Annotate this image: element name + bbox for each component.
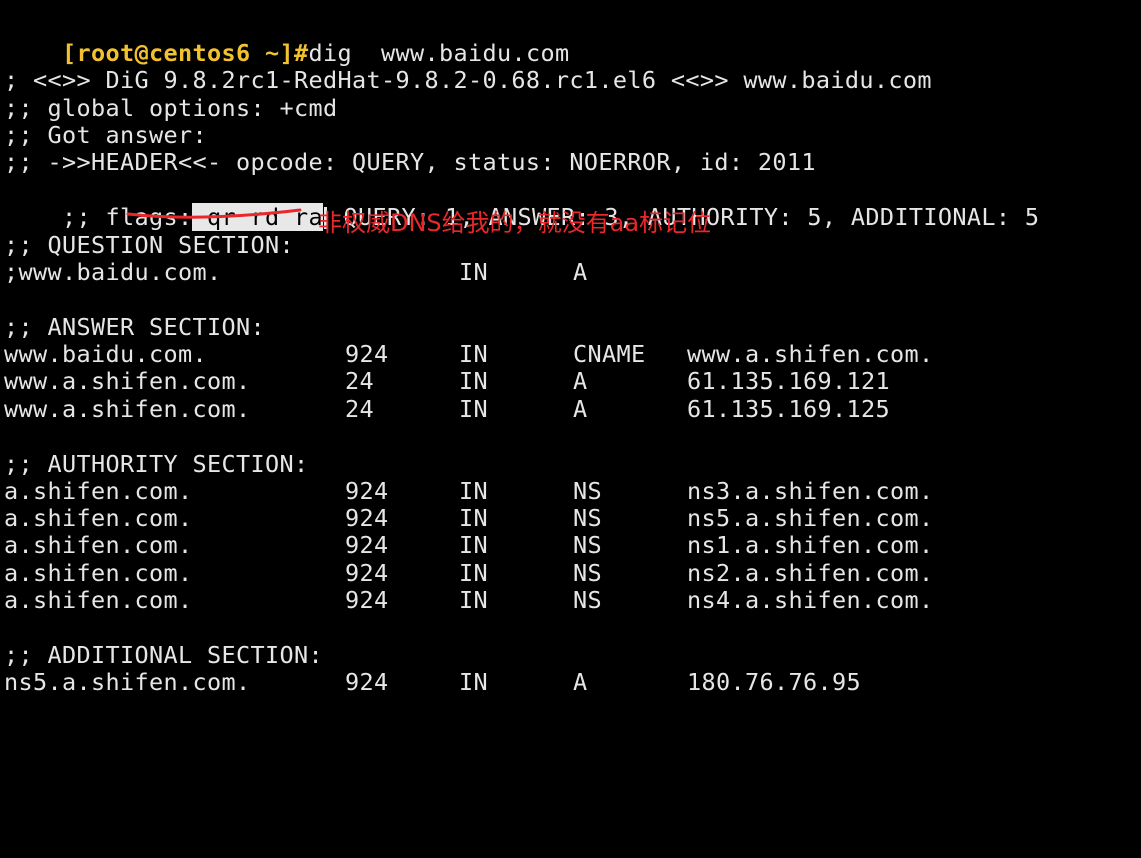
record-ttl: 924 <box>345 559 389 587</box>
answer-row: www.a.shifen.com. 24 IN A 61.135.169.121 <box>4 368 1134 395</box>
authority-row: a.shifen.com. 924 IN NS ns3.a.shifen.com… <box>4 478 1134 505</box>
record-name: www.a.shifen.com. <box>4 367 251 395</box>
authority-row: a.shifen.com. 924 IN NS ns1.a.shifen.com… <box>4 532 1134 559</box>
record-class: IN <box>459 258 488 286</box>
record-class: IN <box>459 559 488 587</box>
record-type: A <box>573 395 588 423</box>
record-type: A <box>573 367 588 395</box>
record-name: a.shifen.com. <box>4 477 193 505</box>
record-name: a.shifen.com. <box>4 559 193 587</box>
terminal-window[interactable]: [root@centos6 ~]#dig www.baidu.com ; <<>… <box>4 0 1141 700</box>
header-line: ;; ->>HEADER<<- opcode: QUERY, status: N… <box>4 148 816 176</box>
record-data: ns5.a.shifen.com. <box>687 504 934 532</box>
record-data: ns4.a.shifen.com. <box>687 586 934 614</box>
flags-selection[interactable]: qr rd ra <box>192 203 323 231</box>
got-answer-line: ;; Got answer: <box>4 121 207 149</box>
record-data: 61.135.169.125 <box>687 395 890 423</box>
record-ttl: 924 <box>345 504 389 532</box>
record-data: ns1.a.shifen.com. <box>687 531 934 559</box>
record-ttl: 924 <box>345 531 389 559</box>
record-name: ns5.a.shifen.com. <box>4 668 251 696</box>
flags-prefix: ;; flags: <box>62 203 193 231</box>
authority-row: a.shifen.com. 924 IN NS ns4.a.shifen.com… <box>4 587 1134 614</box>
record-name: a.shifen.com. <box>4 586 193 614</box>
record-ttl: 924 <box>345 477 389 505</box>
answer-row: www.a.shifen.com. 24 IN A 61.135.169.125 <box>4 396 1134 423</box>
authority-row: a.shifen.com. 924 IN NS ns5.a.shifen.com… <box>4 505 1134 532</box>
question-section-header: ;; QUESTION SECTION: <box>4 231 294 259</box>
record-name: www.baidu.com. <box>4 340 207 368</box>
record-ttl: 24 <box>345 367 374 395</box>
annotation-note: 非权威DNS给我的，就没有aa标记位 <box>318 209 712 237</box>
record-class: IN <box>459 586 488 614</box>
record-data: ns2.a.shifen.com. <box>687 559 934 587</box>
additional-section-header: ;; ADDITIONAL SECTION: <box>4 641 323 669</box>
record-type: A <box>573 668 588 696</box>
authority-section-header: ;; AUTHORITY SECTION: <box>4 450 309 478</box>
record-name: a.shifen.com. <box>4 531 193 559</box>
record-class: IN <box>459 531 488 559</box>
record-data: 180.76.76.95 <box>687 668 861 696</box>
answer-row: www.baidu.com. 924 IN CNAME www.a.shifen… <box>4 341 1134 368</box>
record-data: 61.135.169.121 <box>687 367 890 395</box>
dig-command: dig www.baidu.com <box>308 39 570 67</box>
authority-row: a.shifen.com. 924 IN NS ns2.a.shifen.com… <box>4 560 1134 587</box>
record-ttl: 24 <box>345 395 374 423</box>
record-class: IN <box>459 367 488 395</box>
record-type: NS <box>573 586 602 614</box>
record-class: IN <box>459 668 488 696</box>
record-type: NS <box>573 477 602 505</box>
additional-row: ns5.a.shifen.com. 924 IN A 180.76.76.95 <box>4 669 1134 696</box>
record-ttl: 924 <box>345 586 389 614</box>
global-options-line: ;; global options: +cmd <box>4 94 338 122</box>
record-type: NS <box>573 504 602 532</box>
record-data: www.a.shifen.com. <box>687 340 934 368</box>
record-type: NS <box>573 559 602 587</box>
record-ttl: 924 <box>345 668 389 696</box>
record-type: A <box>573 258 588 286</box>
record-name: ;www.baidu.com. <box>4 258 222 286</box>
flags-line: ;; flags: qr rd ra QUERY: 1, ANSWER: 3, … <box>4 177 1039 231</box>
record-class: IN <box>459 504 488 532</box>
command-line: [root@centos6 ~]#dig www.baidu.com <box>4 13 569 67</box>
record-name: www.a.shifen.com. <box>4 395 251 423</box>
record-class: IN <box>459 395 488 423</box>
record-ttl: 924 <box>345 340 389 368</box>
question-row: ;www.baidu.com. IN A <box>4 259 1134 286</box>
record-name: a.shifen.com. <box>4 504 193 532</box>
record-type: NS <box>573 531 602 559</box>
record-data: ns3.a.shifen.com. <box>687 477 934 505</box>
record-type: CNAME <box>573 340 646 368</box>
record-class: IN <box>459 340 488 368</box>
record-class: IN <box>459 477 488 505</box>
shell-prompt: [root@centos6 ~]# <box>62 39 309 67</box>
answer-section-header: ;; ANSWER SECTION: <box>4 313 265 341</box>
dig-banner: ; <<>> DiG 9.8.2rc1-RedHat-9.8.2-0.68.rc… <box>4 66 932 94</box>
